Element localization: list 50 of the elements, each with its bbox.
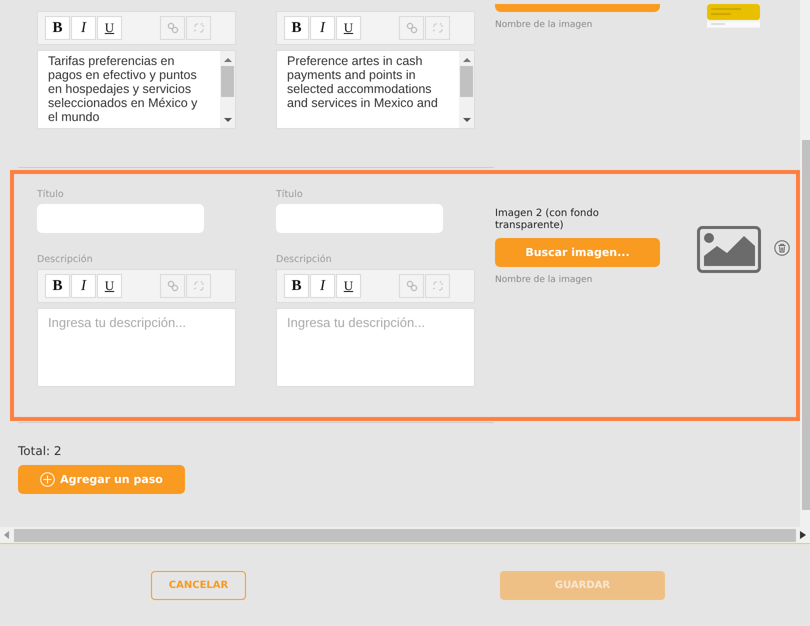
bold-button[interactable]: B [284,16,309,40]
total-count: Total: 2 [18,444,63,459]
unlink-icon[interactable] [432,280,444,292]
link-icon[interactable] [166,22,178,34]
delete-button[interactable] [774,240,790,256]
field-label: Descripción [276,253,333,267]
link-icon[interactable] [406,280,418,292]
field-label: Título [37,188,65,202]
scrollbar[interactable] [220,51,235,128]
italic-button[interactable]: I [310,274,335,298]
italic-button[interactable]: I [310,16,335,40]
unlink-icon[interactable] [432,22,444,34]
image-name-label: Nombre de la imagen [495,275,594,285]
link-button[interactable] [399,16,424,40]
link-icon[interactable] [406,22,418,34]
bold-button[interactable]: B [45,16,70,40]
scrollbar[interactable] [459,51,474,128]
link-button[interactable] [160,16,185,40]
unlink-button[interactable] [425,274,450,298]
unlink-button[interactable] [186,274,211,298]
horizontal-scrollbar[interactable] [0,527,810,544]
bold-button[interactable]: B [45,274,70,298]
scroll-right-icon[interactable] [800,531,806,539]
field-label: Descripción [37,253,94,267]
search-image-button[interactable] [495,4,660,12]
underline-button[interactable]: U [336,16,361,40]
title-field[interactable] [37,204,204,233]
vertical-scrollbar[interactable] [800,0,810,527]
field-label: Título [276,188,304,202]
underline-button[interactable]: U [97,274,122,298]
link-icon[interactable] [166,280,178,292]
description-editor[interactable]: Preference artes in cash payments and points in selected accommodations and services in Mexico and [276,50,475,129]
unlink-button[interactable] [186,16,211,40]
underline-button[interactable]: U [336,274,361,298]
title-field[interactable] [276,204,443,233]
unlink-button[interactable] [425,16,450,40]
italic-button[interactable]: I [71,274,96,298]
image-label: Imagen 2 (con fondo transparente) [495,208,600,232]
unlink-icon[interactable] [192,280,204,292]
image-placeholder-icon [697,226,761,273]
description-editor[interactable]: Tarifas preferencias en pagos en efectivo y puntos en hospedajes y servicios seleccionados en México y el mundo [37,50,236,129]
link-button[interactable] [399,274,424,298]
plus-icon[interactable] [40,472,56,487]
scroll-left-icon[interactable] [4,531,10,539]
link-button[interactable] [160,274,185,298]
bold-button[interactable]: B [284,274,309,298]
unlink-icon[interactable] [192,22,204,34]
italic-button[interactable]: I [71,16,96,40]
underline-button[interactable]: U [97,16,122,40]
image-name-label: Nombre de la imagen [495,20,594,30]
